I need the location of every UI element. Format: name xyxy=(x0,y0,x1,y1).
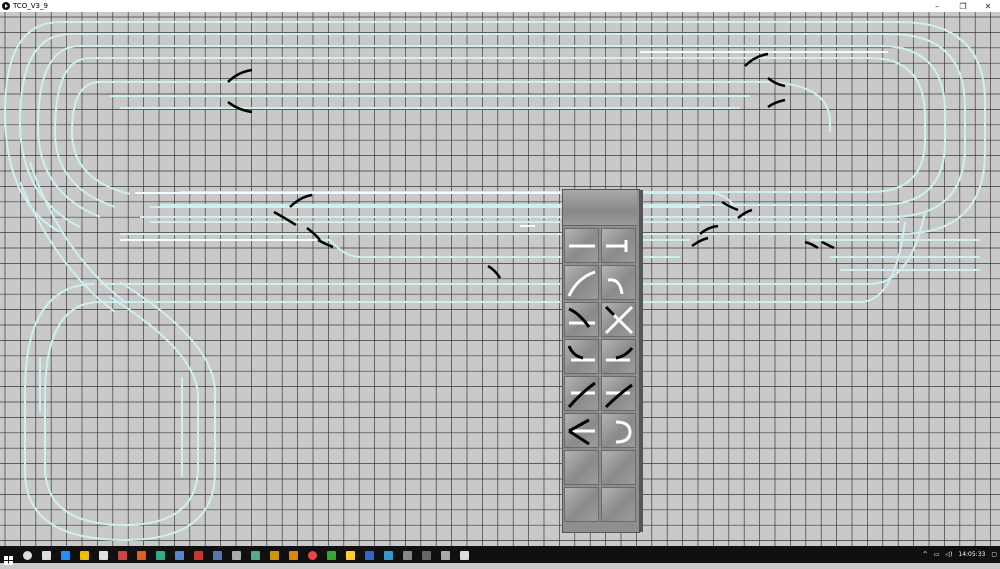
app-icon[interactable] xyxy=(460,551,469,560)
app-icon[interactable] xyxy=(118,551,127,560)
file-explorer-icon[interactable] xyxy=(80,551,89,560)
network-icon[interactable]: ▭ xyxy=(934,551,940,558)
system-tray: ^ ▭ ◁) 14:05:33 ▢ xyxy=(920,546,1000,563)
app-icon[interactable] xyxy=(194,551,203,560)
volume-icon[interactable]: ◁) xyxy=(945,551,952,558)
app-icon[interactable] xyxy=(403,551,412,560)
track-lower-loop-outer xyxy=(24,281,216,542)
palette-tile[interactable] xyxy=(601,376,636,411)
task-view-icon[interactable] xyxy=(42,551,51,560)
palette-header[interactable] xyxy=(563,190,637,226)
app-icon xyxy=(2,2,10,10)
turnout-curve-left-icon xyxy=(567,345,595,362)
app-icon[interactable] xyxy=(384,551,393,560)
track-layout-drawing xyxy=(0,12,1000,546)
double-slip-left-icon xyxy=(567,381,596,408)
palette-tile[interactable] xyxy=(564,413,599,448)
straight-track-icon xyxy=(569,244,595,248)
search-icon[interactable] xyxy=(23,551,32,560)
close-button[interactable]: ✕ xyxy=(975,0,1000,12)
turnout-7 xyxy=(273,210,297,227)
palette-scrollbar[interactable] xyxy=(640,190,643,532)
clock[interactable]: 14:05:33 xyxy=(958,551,985,558)
app-icon[interactable] xyxy=(422,551,431,560)
palette-tile[interactable] xyxy=(601,413,636,448)
turnout-3 xyxy=(744,52,769,67)
track-layout-canvas[interactable] xyxy=(0,12,1000,546)
small-curve-icon xyxy=(607,278,624,295)
app-icon[interactable] xyxy=(213,551,222,560)
turnout-16 xyxy=(821,240,835,250)
turnout-1 xyxy=(227,68,253,83)
window-title: TCO_V3_9 xyxy=(13,2,48,10)
palette-tile[interactable] xyxy=(601,487,636,522)
minimize-button[interactable]: – xyxy=(924,0,950,12)
turnouts xyxy=(227,52,835,279)
empty-tile xyxy=(602,451,637,486)
tray-chevron-icon[interactable]: ^ xyxy=(923,551,928,558)
grid-lines xyxy=(0,12,1000,546)
palette-tile[interactable] xyxy=(601,450,636,485)
app-icon[interactable] xyxy=(346,551,355,560)
curve-track-icon xyxy=(567,270,596,297)
turnout-5 xyxy=(767,98,786,109)
turnout-14 xyxy=(691,236,709,248)
app-icon[interactable] xyxy=(270,551,279,560)
app-icon[interactable] xyxy=(441,551,450,560)
palette-tile[interactable] xyxy=(564,339,599,374)
track-left-curve-1 xyxy=(3,21,61,233)
track-oval-outer xyxy=(60,21,986,235)
app-icon[interactable] xyxy=(289,551,298,560)
chrome-icon[interactable] xyxy=(308,551,317,560)
palette-tile[interactable] xyxy=(601,228,636,263)
app-icon[interactable] xyxy=(365,551,374,560)
track-end-icon xyxy=(606,240,628,252)
palette-tile[interactable] xyxy=(564,302,599,337)
track-lines xyxy=(3,21,986,542)
empty-tile xyxy=(565,451,600,486)
palette-tile[interactable] xyxy=(564,265,599,300)
windows-start-icon[interactable] xyxy=(4,550,13,565)
edge-icon[interactable] xyxy=(61,551,70,560)
three-way-turnout-icon xyxy=(568,418,595,446)
app-icon[interactable] xyxy=(175,551,184,560)
app-icon[interactable] xyxy=(156,551,165,560)
track-left-curve-3 xyxy=(36,45,101,218)
palette-tile[interactable] xyxy=(601,339,636,374)
taskbar-pinned-apps xyxy=(18,545,474,564)
double-slip-right-icon xyxy=(604,383,633,409)
store-icon[interactable] xyxy=(99,551,108,560)
empty-tile xyxy=(602,488,637,523)
palette-tile[interactable] xyxy=(564,487,599,522)
empty-tile xyxy=(565,488,600,523)
palette-tile[interactable] xyxy=(564,228,599,263)
track-left-curve-5 xyxy=(70,81,131,195)
app-icon[interactable] xyxy=(137,551,146,560)
track-oval-3 xyxy=(80,45,946,206)
title-bar: TCO_V3_9 – ❐ ✕ xyxy=(0,0,1000,12)
track-piece-palette xyxy=(562,189,643,533)
turnout-10 xyxy=(487,264,502,279)
crossing-icon xyxy=(604,305,634,335)
notifications-icon[interactable]: ▢ xyxy=(991,551,997,558)
palette-tile[interactable] xyxy=(601,265,636,300)
app-icon[interactable] xyxy=(251,551,260,560)
app-icon[interactable] xyxy=(232,551,241,560)
palette-tile[interactable] xyxy=(601,302,636,337)
turnout-left-icon xyxy=(568,307,595,328)
app-icon[interactable] xyxy=(327,551,336,560)
turnout-15 xyxy=(804,240,819,250)
track-lower-loop-2 xyxy=(44,296,199,527)
palette-tile[interactable] xyxy=(564,450,599,485)
turnout-curve-right-icon xyxy=(606,347,634,362)
palette-tile[interactable] xyxy=(564,376,599,411)
restore-button[interactable]: ❐ xyxy=(950,0,976,12)
u-turn-icon xyxy=(615,420,632,444)
taskbar: ^ ▭ ◁) 14:05:33 ▢ xyxy=(0,545,1000,565)
